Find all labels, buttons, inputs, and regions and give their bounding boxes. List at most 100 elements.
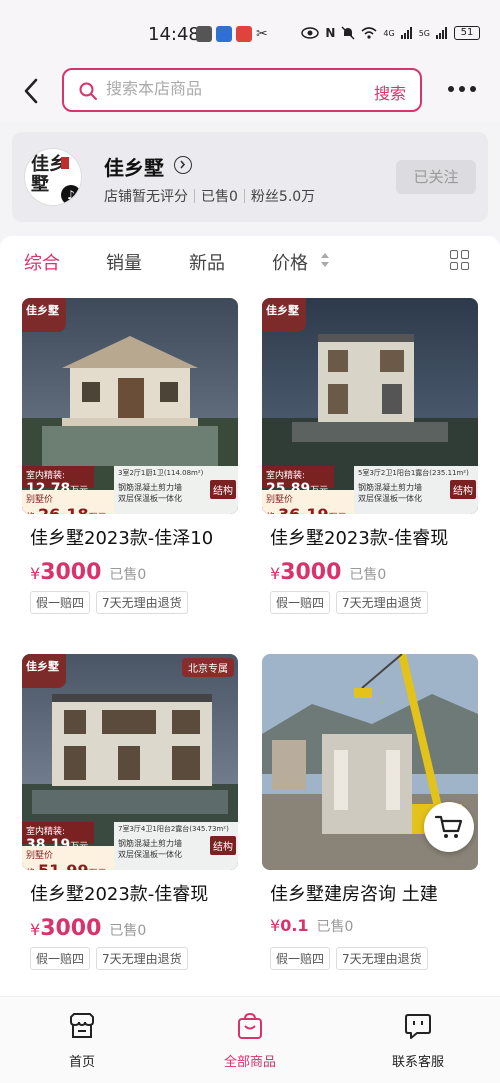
price-row: ¥ 3000 已售0 [270,560,386,585]
store-card: 佳乡墅 ♪ 佳乡墅 店铺暂无评分 已售0 粉丝5.0万 已关注 [12,132,488,222]
more-button[interactable] [448,86,476,92]
tab-comprehensive[interactable]: 综合 [24,249,60,275]
feature-2: 双层保温板一体化 [118,850,182,859]
tag: 7天无理由退货 [96,947,188,970]
chevron-right-circle-icon[interactable] [174,156,192,174]
structure-badge: 结构 [450,480,476,499]
wifi-icon [361,27,377,39]
price-row: ¥ 3000 已售0 [30,916,146,941]
tag: 7天无理由退货 [336,591,428,614]
sort-arrows-icon[interactable] [320,252,330,268]
tag: 假一赔四 [30,947,91,970]
interior-label: 室内精装: [266,471,306,481]
store-sold: 已售0 [201,189,238,205]
chat-icon [405,1014,431,1039]
store-rating: 店铺暂无评分 [104,189,188,205]
nav-customer-service[interactable]: 联系客服 [368,1011,468,1070]
product-image[interactable]: 佳乡墅 室内精装:12.78万元 别墅价格:26.18万元 3室2厅1厨1卫(1… [22,298,238,514]
store-icon [70,1013,94,1038]
nav-customer-service-label: 联系客服 [391,1055,444,1070]
search-input[interactable] [106,78,356,102]
store-avatar[interactable]: 佳乡墅 ♪ [24,148,82,206]
tag: 7天无理由退货 [336,947,428,970]
interior-label: 室内精装: [26,827,66,837]
sort-tabs: 综合 销量 新品 价格 [0,236,500,286]
search-box[interactable]: 搜索 [62,68,422,112]
currency: ¥ [270,564,281,583]
brand-logo-overlay: 佳乡墅 [262,298,306,332]
battery-icon: 51 [454,26,480,40]
sold-count: 已售0 [109,923,147,939]
product-title[interactable]: 佳乡墅2023款-佳睿现 [30,880,238,906]
dot [459,86,465,92]
price-banner: 室内精装:25.89万元 别墅价格:36.19万元 5室3厅2卫1阳台1露台(2… [262,466,478,514]
region-badge: 北京专属 [182,658,234,677]
tiktok-icon: ♪ [61,185,81,205]
tab-price[interactable]: 价格 [272,249,308,275]
villa-price: 51.99 [38,861,89,870]
nav-home[interactable]: 首页 [32,1011,132,1070]
product-title[interactable]: 佳乡墅2023款-佳泽10 [30,524,238,550]
price: 3000 [40,560,102,585]
tab-sales[interactable]: 销量 [106,249,142,275]
spec-text: 3室2厅1厨1卫(114.08m²) [118,469,204,477]
product-card[interactable]: 佳乡墅建房咨询 土建 ¥ 0.1 已售0 假一赔四 7天无理由退货 [262,654,478,974]
nfc-icon: N [325,26,336,40]
tag: 7天无理由退货 [96,591,188,614]
unit: 万元 [329,513,347,514]
search-button[interactable]: 搜索 [374,80,406,104]
tab-new[interactable]: 新品 [189,249,225,275]
sold-count: 已售0 [349,567,387,583]
feature-1: 钢筋混凝土剪力墙 [358,483,422,492]
cart-icon [434,815,463,838]
price: 3000 [40,916,102,941]
bottom-nav: 首页 全部商品 联系客服 [0,996,500,1083]
signal-icon [400,27,412,39]
product-card[interactable]: 佳乡墅 室内精装:25.89万元 别墅价格:36.19万元 5室3厅2卫1阳台1… [262,298,478,618]
product-card[interactable]: 佳乡墅 北京专属 室内精装:38.19万元 别墅价格:51.99万元 7室3厅4… [22,654,238,974]
store-name[interactable]: 佳乡墅 [104,152,164,181]
nav-all-products-label: 全部商品 [223,1055,276,1070]
product-title[interactable]: 佳乡墅2023款-佳睿现 [270,524,478,550]
tag: 假一赔四 [270,591,331,614]
follow-button[interactable]: 已关注 [396,160,476,194]
store-fans: 粉丝5.0万 [250,189,316,205]
search-icon [79,82,97,100]
service-tags: 假一赔四 7天无理由退货 [270,947,428,970]
back-button[interactable] [18,76,46,106]
nav-home-label: 首页 [68,1055,95,1070]
product-image[interactable]: 佳乡墅 北京专属 室内精装:38.19万元 别墅价格:51.99万元 7室3厅4… [22,654,238,870]
brand-logo-overlay: 佳乡墅 [22,654,66,688]
dot [470,86,476,92]
product-title[interactable]: 佳乡墅建房咨询 土建 [270,880,478,906]
nav-all-products[interactable]: 全部商品 [200,1011,300,1070]
app-notification-icon [216,26,232,42]
currency: ¥ [270,916,281,935]
currency: ¥ [30,564,41,583]
system-icons: N 4G 5G 51 [301,26,480,40]
product-image[interactable]: 佳乡墅 室内精装:25.89万元 别墅价格:36.19万元 5室3厅2卫1阳台1… [262,298,478,514]
signal-icon [436,27,447,39]
currency: ¥ [30,920,41,939]
feature-1: 钢筋混凝土剪力墙 [118,483,182,492]
eye-icon [301,27,320,39]
divider [194,189,195,203]
feature-2: 双层保温板一体化 [118,494,182,503]
product-image[interactable] [262,654,478,870]
brand-logo-overlay: 佳乡墅 [22,298,66,332]
chevron-left-icon [24,78,38,104]
product-card[interactable]: 佳乡墅 室内精装:12.78万元 别墅价格:26.18万元 3室2厅1厨1卫(1… [22,298,238,618]
product-content: 综合 销量 新品 价格 佳乡墅 室内精装: 12.78 别墅价 3室2厅1厨1卫… [0,236,500,996]
price: 3000 [280,560,342,585]
notification-icons: ✂ [196,26,268,42]
structure-badge: 结构 [210,836,236,855]
grid-view-icon[interactable] [450,250,470,270]
service-tags: 假一赔四 7天无理由退货 [30,947,188,970]
mute-icon [341,26,355,40]
sold-count: 已售0 [109,567,147,583]
feature-1: 钢筋混凝土剪力墙 [118,839,182,848]
cart-button[interactable] [424,802,474,852]
spec-text: 7室3厅4卫1阳台2露台(345.73m²) [118,825,229,833]
network-4g: 4G [383,28,395,38]
scissors-icon: ✂ [256,26,268,42]
